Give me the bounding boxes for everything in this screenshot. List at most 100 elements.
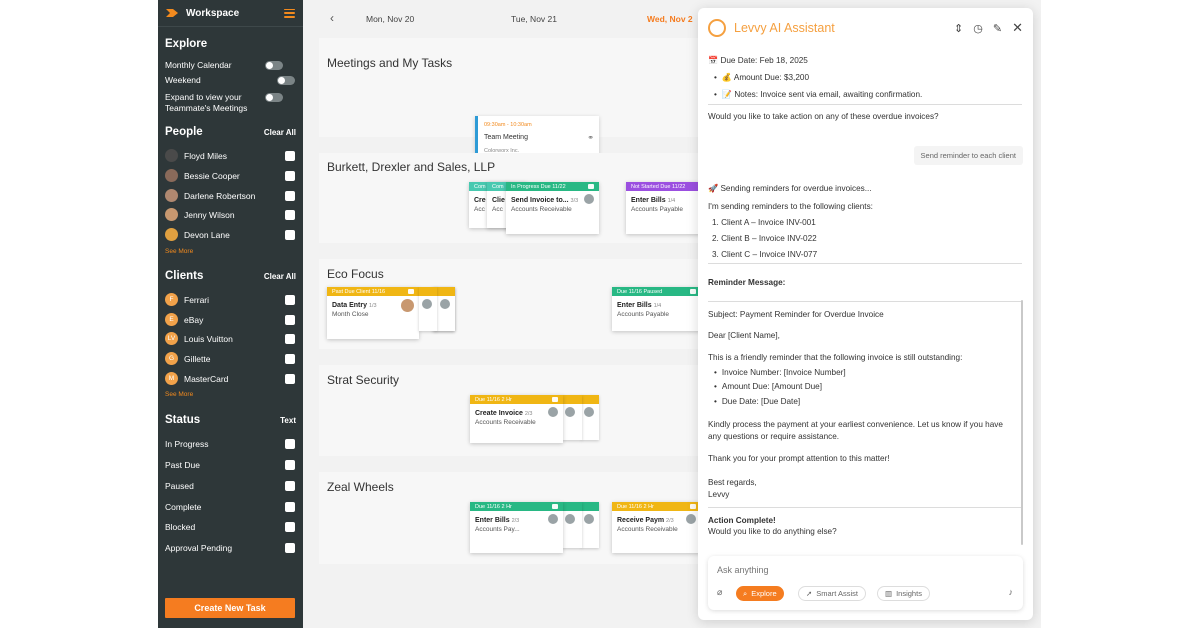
chat-input-box[interactable]: Ask anything ⌀ ⌕ Explore ➚ Smart Assist ▥ I… [708,556,1023,610]
date-column-today: Wed, Nov 2 [647,14,693,24]
field-line: Due Date: [Due Date] [714,397,800,406]
client-item[interactable]: EeBay [165,313,295,326]
toggle-weekend: Weekend [165,75,295,85]
checkbox[interactable] [285,481,295,491]
kindly-line: Kindly process the payment at your earli… [708,420,1003,429]
app-window: Workspace Explore Monthly Calendar Weeke… [158,0,1041,628]
checkbox[interactable] [285,170,295,181]
microphone-icon[interactable]: ♪ [1009,587,1014,597]
task-card-stacked[interactable] [562,395,582,440]
user-reply-bubble: Send reminder to each client [913,146,1023,165]
checkbox[interactable] [285,439,295,449]
avatar [548,407,558,417]
date-column: Mon, Nov 20 [366,14,415,24]
task-card-stacked[interactable] [419,287,437,331]
kindly-line: any questions or require assistance. [708,432,840,441]
task-card[interactable]: Past Due Client 11/16 Data Entry 1/3 Mon… [327,287,419,339]
people-item[interactable]: Darlene Robertson [165,189,295,202]
client-item[interactable]: LV Louis Vuitton [165,332,295,345]
checkbox[interactable] [285,229,295,240]
checkbox[interactable] [285,314,295,325]
people-see-more-link[interactable]: See More [165,248,193,255]
comment-icon [408,289,414,294]
client-avatar: G [165,352,178,365]
client-item[interactable]: G Gillette [165,352,295,365]
task-card[interactable]: Due 11/16 2 Hr Create Invoice 2/3 Accoun… [470,395,563,443]
toggle-monthly-calendar: Monthly Calendar [165,60,295,70]
insights-pill-button[interactable]: ▥ Insights [877,586,930,601]
task-card[interactable]: In Progress Due 11/22 Send Invoice to...… [506,182,599,234]
client-item[interactable]: F Ferrari [165,293,295,306]
chevron-left-icon[interactable]: ‹ [330,11,334,25]
checkbox[interactable] [285,522,295,532]
project-title: Eco Focus [327,267,384,281]
task-card-stacked[interactable] [435,287,455,331]
chat-scrollbar[interactable] [1021,300,1023,545]
teammates-toggle[interactable] [265,93,283,102]
clients-see-more-link[interactable]: See More [165,391,193,398]
task-card[interactable]: Not Started Due 11/22 Enter Bills 1/4 Ac… [626,182,701,234]
status-item[interactable]: Approval Pending [165,543,295,553]
create-new-task-button[interactable]: Create New Task [165,598,295,618]
subject-line: Subject: Payment Reminder for Overdue In… [708,310,884,319]
new-chat-icon[interactable]: ✎ [993,22,1002,35]
checkbox[interactable] [285,294,295,305]
client-item[interactable]: M MasterCard [165,372,295,385]
task-card-stacked[interactable] [562,502,582,548]
checkbox[interactable] [285,353,295,364]
task-card[interactable]: Due 11/16 2 Hr Enter Bills 2/3 Accounts … [470,502,563,553]
weekend-toggle[interactable] [277,75,295,85]
people-item[interactable]: Jenny Wilson [165,208,295,221]
client-avatar: F [165,293,178,306]
task-card-stacked[interactable] [581,502,599,548]
people-item[interactable]: Devon Lane [165,228,295,241]
workspace-bar: Workspace [158,0,303,27]
client-line: 3. Client C – Invoice INV-077 [712,250,818,259]
checkbox[interactable] [285,502,295,512]
field-line: Invoice Number: [Invoice Number] [714,368,846,377]
status-item[interactable]: Paused [165,481,295,491]
explore-pill-button[interactable]: ⌕ Explore [736,586,784,601]
people-item[interactable]: Floyd Miles [165,149,295,162]
question-line: Would you like to take action on any of … [708,112,939,121]
close-icon[interactable]: ✕ [1012,20,1023,36]
history-icon[interactable]: ◷ [973,22,983,35]
levvy-logo-icon [708,19,726,37]
comment-icon [552,504,558,509]
checkbox[interactable] [285,460,295,470]
split-icon[interactable]: ⇕ [954,22,963,35]
status-item[interactable]: In Progress [165,439,295,449]
status-item[interactable]: Complete [165,502,295,512]
dear-line: Dear [Client Name], [708,331,780,340]
chat-input[interactable]: Ask anything [717,565,769,575]
comment-icon [690,504,696,509]
menu-icon[interactable] [284,8,295,18]
people-clear-all[interactable]: Clear All [264,128,296,137]
comment-icon [690,289,696,294]
status-text-toggle[interactable]: Text [280,416,296,425]
smart-assist-pill-button[interactable]: ➚ Smart Assist [798,586,866,601]
client-avatar: E [165,313,178,326]
checkbox[interactable] [285,209,295,220]
checkbox[interactable] [285,373,295,384]
checkbox[interactable] [285,333,295,344]
task-card[interactable]: Due 11/16 Paused Enter Bills 1/4 Account… [612,287,701,331]
workspace-logo-icon [166,9,178,17]
thanks-line: Thank you for your prompt attention to t… [708,454,890,463]
status-item[interactable]: Past Due [165,460,295,470]
link-icon[interactable]: ⚭ [587,133,594,142]
monthly-calendar-toggle[interactable] [265,60,283,70]
attach-icon[interactable]: ⌀ [717,587,722,598]
clients-clear-all[interactable]: Clear All [264,272,296,281]
task-card[interactable]: Due 11/16 2 Hr Receive Paym 2/3 Accounts… [612,502,701,553]
assistant-title: Levvy AI Assistant [734,21,835,35]
people-item[interactable]: Bessie Cooper [165,169,295,182]
task-card-stacked[interactable] [581,395,599,440]
meeting-time: 09:30am - 10:30am [484,122,532,128]
checkbox[interactable] [285,543,295,553]
anything-line: Would you like to do anything else? [708,527,837,536]
status-item[interactable]: Blocked [165,522,295,532]
checkbox[interactable] [285,150,295,161]
checkbox[interactable] [285,190,295,201]
assistant-header: Levvy AI Assistant ⇕ ◷ ✎ ✕ [698,8,1033,48]
